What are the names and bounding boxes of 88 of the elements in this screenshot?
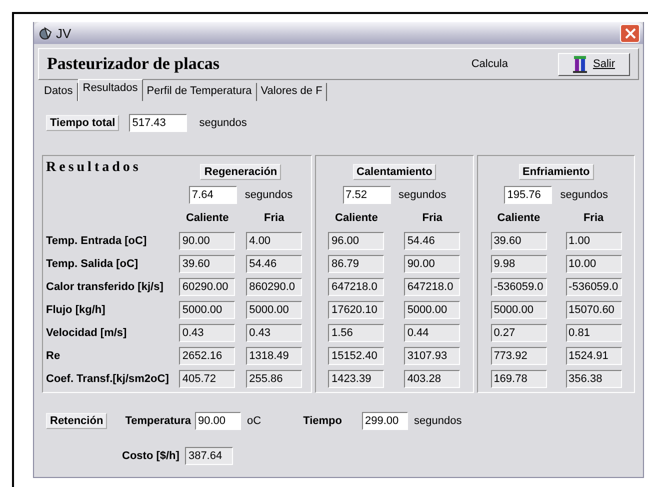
value-field: 10.00 bbox=[566, 254, 622, 272]
value-field: 17620.10 bbox=[328, 300, 384, 318]
value-field: 255.86 bbox=[246, 370, 302, 388]
row-label: Flujo [kg/h] bbox=[46, 304, 106, 316]
value-field: 403.28 bbox=[404, 370, 460, 388]
row-label: Velocidad [m/s] bbox=[46, 326, 127, 338]
value-field: 773.92 bbox=[490, 346, 547, 364]
value-field: 405.72 bbox=[179, 370, 236, 388]
tab[interactable]: Valores de F bbox=[256, 83, 328, 101]
value-field: 96.00 bbox=[328, 232, 384, 250]
cost-field: 387.64 bbox=[185, 447, 234, 465]
column-header: Fria bbox=[582, 212, 605, 224]
section-title: Resultados bbox=[46, 160, 142, 177]
column-header: Fria bbox=[421, 212, 444, 224]
row-label: Temp. Salida [oC] bbox=[46, 258, 138, 270]
close-button[interactable] bbox=[620, 24, 640, 42]
value-field: 1423.39 bbox=[328, 370, 384, 388]
value-field: 0.43 bbox=[179, 324, 236, 342]
value-field: 169.78 bbox=[490, 370, 547, 388]
value-field: -536059.0 bbox=[566, 278, 622, 296]
window-title: JV bbox=[56, 26, 72, 40]
time-field[interactable]: 7.64 bbox=[188, 186, 237, 204]
tab[interactable]: Resultados bbox=[78, 79, 143, 101]
value-field: 39.60 bbox=[490, 232, 547, 250]
field-label: Tiempo bbox=[303, 415, 342, 427]
value-field: 15070.60 bbox=[566, 300, 622, 318]
time-field[interactable]: 299.00 bbox=[362, 412, 408, 430]
value-field: 5000.00 bbox=[404, 300, 460, 318]
row-label: Calor transferido [kj/s] bbox=[46, 280, 164, 292]
value-field: 5000.00 bbox=[246, 300, 302, 318]
column-header: Caliente bbox=[496, 212, 542, 224]
total-time-label: Tiempo total bbox=[46, 115, 120, 131]
value-field: 60290.00 bbox=[179, 278, 236, 296]
value-field: 54.46 bbox=[246, 254, 302, 272]
column-header: Caliente bbox=[334, 212, 379, 224]
value-field: 860290.0 bbox=[246, 278, 302, 296]
value-field: 5000.00 bbox=[490, 300, 547, 318]
temperature-field[interactable]: 90.00 bbox=[195, 412, 242, 430]
value-field: 1318.49 bbox=[246, 346, 302, 364]
stage-title: Enfriamiento bbox=[518, 164, 594, 180]
field-label: Costo [$/h] bbox=[122, 450, 180, 462]
unit-label: segundos bbox=[398, 188, 446, 200]
value-field: 90.00 bbox=[179, 232, 236, 250]
unit-label: segundos bbox=[414, 415, 462, 427]
unit-label: segundos bbox=[199, 117, 247, 129]
column-header: Fria bbox=[263, 212, 286, 224]
time-field[interactable]: 195.76 bbox=[504, 186, 552, 204]
row-label: Temp. Entrada [oC] bbox=[46, 234, 147, 246]
app-title: Pasteurizador de placas bbox=[47, 54, 220, 74]
stage-title: Regeneración bbox=[200, 164, 282, 180]
tab[interactable]: Perfil de Temperatura bbox=[142, 83, 257, 101]
value-field: 0.27 bbox=[490, 324, 547, 342]
value-field: 3107.93 bbox=[404, 346, 460, 364]
value-field: 356.38 bbox=[566, 370, 622, 388]
value-field: 1.00 bbox=[566, 232, 622, 250]
row-label: Coef. Transf.[kj/sm2oC] bbox=[46, 372, 169, 384]
row-label: Re bbox=[46, 350, 60, 362]
value-field: 1524.91 bbox=[566, 346, 622, 364]
value-field: 54.46 bbox=[404, 232, 460, 250]
value-field: 647218.0 bbox=[404, 278, 460, 296]
exit-button[interactable]: Salir bbox=[558, 52, 630, 76]
value-field: 2652.16 bbox=[179, 346, 236, 364]
retention-label: Retención bbox=[46, 413, 108, 429]
value-field: 0.81 bbox=[566, 324, 622, 342]
total-time-field[interactable]: 517.43 bbox=[129, 114, 188, 132]
field-label: Temperatura bbox=[125, 415, 192, 427]
value-field: -536059.0 bbox=[490, 278, 547, 296]
status-text: Calcula bbox=[471, 58, 508, 70]
unit-label: oC bbox=[247, 415, 262, 427]
time-field[interactable]: 7.52 bbox=[342, 186, 391, 204]
value-field: 0.44 bbox=[404, 324, 460, 342]
stage-title: Calentamiento bbox=[352, 164, 436, 180]
value-field: 5000.00 bbox=[179, 300, 236, 318]
value-field: 15152.40 bbox=[328, 346, 384, 364]
value-field: 0.43 bbox=[246, 324, 302, 342]
value-field: 86.79 bbox=[328, 254, 384, 272]
app-icon bbox=[39, 26, 53, 40]
value-field: 647218.0 bbox=[328, 278, 384, 296]
value-field: 9.98 bbox=[490, 254, 547, 272]
value-field: 39.60 bbox=[179, 254, 236, 272]
close-icon bbox=[624, 28, 636, 38]
value-field: 1.56 bbox=[328, 324, 384, 342]
unit-label: segundos bbox=[244, 188, 293, 200]
value-field: 90.00 bbox=[404, 254, 460, 272]
value-field: 4.00 bbox=[246, 232, 302, 250]
door-icon bbox=[572, 55, 587, 73]
unit-label: segundos bbox=[560, 188, 608, 200]
column-header: Caliente bbox=[184, 212, 230, 224]
